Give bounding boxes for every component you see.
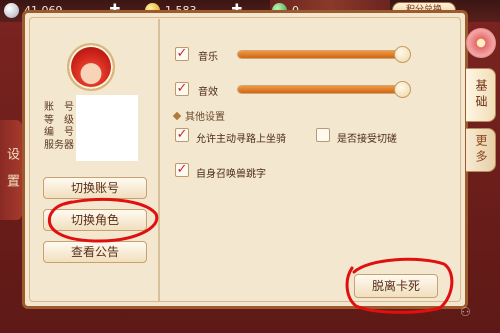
- switch-role-button[interactable]: 切换角色: [43, 209, 147, 231]
- diamond-icon: [172, 111, 182, 121]
- music-label: 音乐: [198, 52, 218, 63]
- auto-mount-checkbox[interactable]: ✓: [175, 128, 189, 142]
- sound-slider[interactable]: [237, 85, 407, 94]
- other-settings-label: 其他设置: [185, 112, 225, 123]
- flower-ornament-icon: [466, 28, 496, 58]
- switch-account-button[interactable]: 切换账号: [43, 177, 147, 199]
- summon-jump-checkbox[interactable]: ✓: [175, 163, 189, 177]
- sound-slider-fill: [238, 86, 406, 93]
- music-slider[interactable]: [237, 50, 407, 59]
- check-mark-icon: ✓: [176, 162, 188, 177]
- auto-mount-label: 允许主动寻路上坐骑: [196, 134, 286, 145]
- accept-duel-label: 是否接受切磋: [337, 134, 397, 145]
- tab-more[interactable]: 更多: [466, 128, 496, 172]
- watermark: ⚇: [460, 305, 471, 319]
- music-slider-handle[interactable]: [394, 46, 411, 63]
- other-settings-title: 其他设置: [172, 108, 225, 123]
- accept-duel-checkbox[interactable]: ✓: [316, 128, 330, 142]
- unstuck-button[interactable]: 脱离卡死: [354, 274, 438, 298]
- announcement-button[interactable]: 查看公告: [43, 241, 147, 263]
- music-checkbox[interactable]: ✓: [175, 47, 189, 61]
- summon-jump-label: 自身召唤兽跳字: [196, 169, 266, 180]
- music-slider-fill: [238, 51, 406, 58]
- redaction-box: [76, 95, 138, 161]
- window-title: 设置: [0, 120, 22, 220]
- check-mark-icon: ✓: [176, 127, 188, 142]
- sound-slider-handle[interactable]: [394, 81, 411, 98]
- sound-label: 音效: [198, 87, 218, 98]
- silver-coin-icon: [4, 3, 19, 18]
- tab-basic[interactable]: 基础: [466, 68, 496, 122]
- sound-checkbox[interactable]: ✓: [175, 82, 189, 96]
- column-divider: [158, 19, 160, 301]
- avatar: [67, 43, 115, 91]
